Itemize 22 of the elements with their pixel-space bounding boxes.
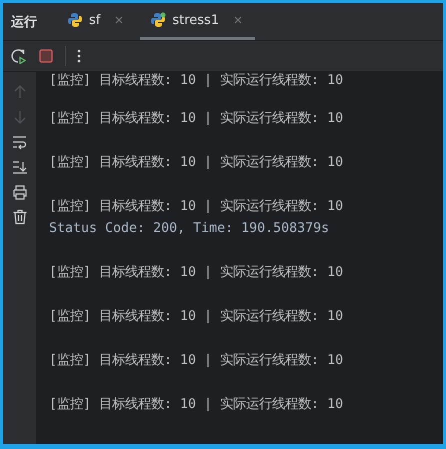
log-line: [监控] 目标线程数: 10 | 实际运行线程数: 10: [49, 264, 344, 281]
python-icon: [150, 12, 166, 28]
close-icon[interactable]: [233, 15, 244, 25]
run-tab[interactable]: sf: [57, 3, 136, 40]
trash-icon[interactable]: [12, 209, 28, 225]
python-icon: [67, 12, 83, 28]
scroll-to-end-icon[interactable]: [12, 159, 28, 175]
soft-wrap-icon[interactable]: [12, 134, 28, 150]
panel-title: 运行: [11, 14, 37, 30]
close-icon[interactable]: [114, 15, 124, 25]
log-line: [监控] 目标线程数: 10 | 实际运行线程数: 10: [49, 198, 344, 215]
rerun-icon[interactable]: [11, 48, 27, 64]
log-line: [监控] 目标线程数: 10 | 实际运行线程数: 10: [49, 110, 344, 127]
log-line: [监控] 目标线程数: 10 | 实际运行线程数: 10: [49, 308, 344, 325]
status-line: Status Code: 200, Time: 190.508379s: [49, 220, 330, 236]
log-line: [监控] 目标线程数: 10 | 实际运行线程数: 10: [49, 154, 344, 171]
log-line: [监控] 目标线程数: 10 | 实际运行线程数: 10: [49, 396, 344, 413]
print-icon[interactable]: [12, 184, 28, 200]
more-icon[interactable]: [77, 48, 81, 64]
stop-icon[interactable]: [38, 48, 54, 64]
log-line: [监控] 目标线程数: 10 | 实际运行线程数: 10: [49, 352, 344, 369]
log-line: [监控] 目标线程数: 10 | 实际运行线程数: 10: [49, 72, 344, 89]
